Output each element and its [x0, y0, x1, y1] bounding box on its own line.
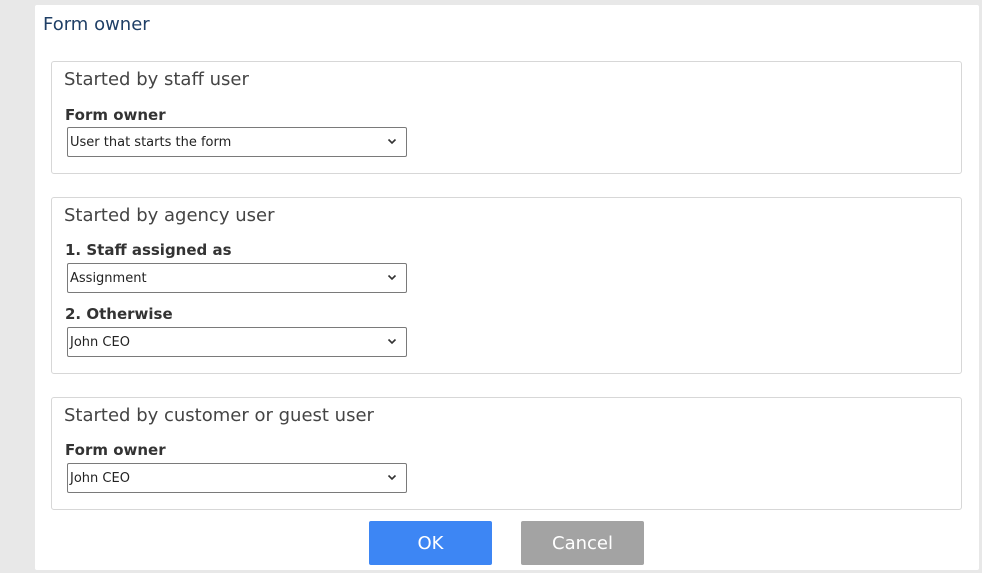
- field-label-otherwise: 2. Otherwise: [65, 305, 173, 323]
- select-value: John CEO: [70, 471, 130, 486]
- chevron-down-icon: [387, 474, 397, 481]
- ok-button[interactable]: OK: [369, 521, 492, 565]
- chevron-down-icon: [387, 338, 397, 345]
- cancel-button[interactable]: Cancel: [521, 521, 644, 565]
- select-value: Assignment: [70, 271, 147, 286]
- chevron-down-icon: [387, 138, 397, 145]
- form-owner-dialog: Form owner Started by staff user Form ow…: [35, 5, 979, 570]
- section-customer-guest-user: Started by customer or guest user Form o…: [51, 397, 962, 510]
- section-title-customer-guest-user: Started by customer or guest user: [64, 405, 374, 426]
- section-title-agency-user: Started by agency user: [64, 205, 275, 226]
- staff-assigned-as-select[interactable]: Assignment: [67, 263, 407, 293]
- section-agency-user: Started by agency user 1. Staff assigned…: [51, 197, 962, 374]
- section-title-staff-user: Started by staff user: [64, 69, 249, 90]
- field-label-form-owner: Form owner: [65, 106, 166, 124]
- form-owner-select-customer[interactable]: John CEO: [67, 463, 407, 493]
- field-label-staff-assigned-as: 1. Staff assigned as: [65, 241, 232, 259]
- form-owner-select-staff[interactable]: User that starts the form: [67, 127, 407, 157]
- select-value: John CEO: [70, 335, 130, 350]
- field-label-form-owner: Form owner: [65, 441, 166, 459]
- section-staff-user: Started by staff user Form owner User th…: [51, 61, 962, 174]
- otherwise-select[interactable]: John CEO: [67, 327, 407, 357]
- select-value: User that starts the form: [70, 135, 232, 150]
- dialog-title: Form owner: [43, 14, 150, 35]
- chevron-down-icon: [387, 274, 397, 281]
